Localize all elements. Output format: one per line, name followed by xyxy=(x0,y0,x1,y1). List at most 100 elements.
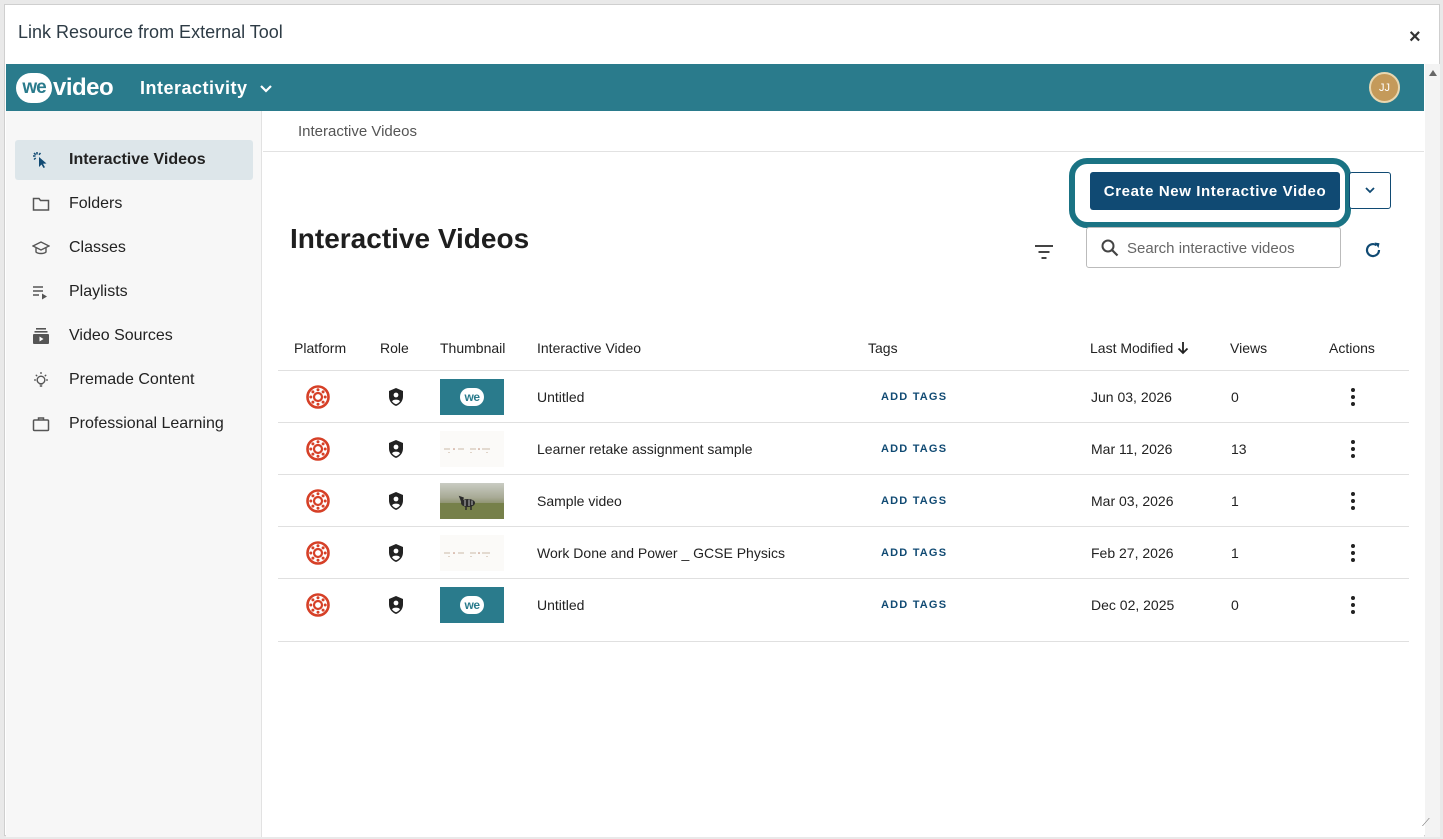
search-icon xyxy=(1101,239,1119,257)
sidebar-item-label: Professional Learning xyxy=(69,415,224,432)
breadcrumb: Interactive Videos xyxy=(263,111,1424,152)
table-row[interactable]: we Untitled ADD TAGS Jun 03, 2026 0 xyxy=(278,370,1409,422)
sidebar-item-label: Playlists xyxy=(69,283,128,300)
view-count: 0 xyxy=(1231,597,1239,613)
last-modified-date: Mar 03, 2026 xyxy=(1091,493,1174,509)
document-preview-icon xyxy=(444,552,490,557)
sidebar-item-video-sources[interactable]: Video Sources xyxy=(15,316,253,356)
sidebar-item-label: Folders xyxy=(69,195,123,212)
video-title[interactable]: Sample video xyxy=(537,475,622,527)
create-new-interactive-video-button[interactable]: Create New Interactive Video xyxy=(1090,172,1340,210)
breadcrumb-current[interactable]: Interactive Videos xyxy=(298,123,417,140)
chevron-down-icon xyxy=(259,84,272,93)
table-row[interactable]: Learner retake assignment sample ADD TAGS… xyxy=(278,422,1409,474)
search-box xyxy=(1086,227,1341,268)
close-icon[interactable]: × xyxy=(1409,27,1421,47)
last-modified-date: Jun 03, 2026 xyxy=(1091,389,1172,405)
add-tags-button[interactable]: ADD TAGS xyxy=(881,495,947,507)
playlist-icon xyxy=(31,282,51,302)
cursor-click-icon xyxy=(31,150,51,170)
filter-icon[interactable] xyxy=(1033,242,1055,262)
sidebar-item-folders[interactable]: Folders xyxy=(15,184,253,224)
column-header-interactive-video: Interactive Video xyxy=(537,340,642,356)
sidebar-item-professional-learning[interactable]: Professional Learning xyxy=(15,404,253,444)
wevideo-logo[interactable]: we video xyxy=(16,73,114,103)
more-actions-icon[interactable] xyxy=(1343,437,1363,461)
column-header-role: Role xyxy=(380,340,409,356)
arrow-down-icon xyxy=(1178,342,1189,355)
top-navigation-bar: we video Interactivity JJ xyxy=(6,64,1424,111)
app-switcher[interactable]: Interactivity xyxy=(140,78,272,99)
video-title[interactable]: Untitled xyxy=(537,579,584,631)
table-row[interactable]: Work Done and Power _ GCSE Physics ADD TA… xyxy=(278,526,1409,578)
sidebar-item-premade-content[interactable]: Premade Content xyxy=(15,360,253,400)
platform-canvas-icon xyxy=(306,579,330,631)
video-library-icon xyxy=(31,326,51,346)
video-thumbnail[interactable] xyxy=(440,483,504,519)
logo-wordmark: video xyxy=(53,74,114,101)
wevideo-logo-icon: we xyxy=(460,596,484,614)
more-actions-icon[interactable] xyxy=(1343,593,1363,617)
role-shield-icon xyxy=(387,579,405,631)
video-thumbnail[interactable] xyxy=(440,431,504,467)
role-shield-icon xyxy=(387,423,405,475)
sidebar-item-label: Classes xyxy=(69,239,126,256)
column-header-platform: Platform xyxy=(294,340,347,356)
platform-canvas-icon xyxy=(306,423,330,475)
view-count: 1 xyxy=(1231,493,1239,509)
search-input[interactable] xyxy=(1127,236,1332,260)
column-header-actions: Actions xyxy=(1329,340,1375,356)
briefcase-icon xyxy=(31,414,51,434)
sidebar-item-playlists[interactable]: Playlists xyxy=(15,272,253,312)
role-shield-icon xyxy=(387,527,405,579)
sidebar-item-label: Video Sources xyxy=(69,327,173,344)
scroll-up-arrow-icon[interactable] xyxy=(1429,70,1437,76)
view-count: 0 xyxy=(1231,389,1239,405)
video-title[interactable]: Untitled xyxy=(537,371,584,423)
document-preview-icon xyxy=(444,448,490,453)
table-bottom-border xyxy=(278,641,1409,642)
more-actions-icon[interactable] xyxy=(1343,489,1363,513)
role-shield-icon xyxy=(387,475,405,527)
page-title: Interactive Videos xyxy=(290,223,530,254)
refresh-icon[interactable] xyxy=(1363,240,1383,260)
sidebar-item-label: Interactive Videos xyxy=(69,151,206,168)
table-row[interactable]: we Untitled ADD TAGS Dec 02, 2025 0 xyxy=(278,578,1409,630)
platform-canvas-icon xyxy=(306,527,330,579)
video-title[interactable]: Learner retake assignment sample xyxy=(537,423,753,475)
role-shield-icon xyxy=(387,371,405,423)
view-count: 13 xyxy=(1231,441,1247,457)
last-modified-date: Feb 27, 2026 xyxy=(1091,545,1174,561)
sidebar-item-interactive-videos[interactable]: Interactive Videos xyxy=(15,140,253,180)
video-title[interactable]: Work Done and Power _ GCSE Physics xyxy=(537,527,785,579)
wevideo-logo-icon: we xyxy=(460,388,484,406)
zebra-photo-icon xyxy=(440,495,504,519)
resize-handle-icon[interactable]: ⟋ xyxy=(1422,817,1430,830)
column-header-thumbnail: Thumbnail xyxy=(440,340,506,356)
column-header-tags: Tags xyxy=(868,340,898,356)
chevron-down-icon xyxy=(1365,187,1375,194)
add-tags-button[interactable]: ADD TAGS xyxy=(881,599,947,611)
column-header-last-modified[interactable]: Last Modified xyxy=(1090,340,1190,356)
sidebar: Interactive Videos Folders Classes Playl… xyxy=(6,111,262,837)
video-thumbnail[interactable]: we xyxy=(440,587,504,623)
add-tags-button[interactable]: ADD TAGS xyxy=(881,443,947,455)
platform-canvas-icon xyxy=(306,475,330,527)
scrollbar[interactable] xyxy=(1425,64,1440,837)
video-thumbnail[interactable] xyxy=(440,535,504,571)
app-name: Interactivity xyxy=(140,78,248,98)
add-tags-button[interactable]: ADD TAGS xyxy=(881,547,947,559)
more-actions-icon[interactable] xyxy=(1343,541,1363,565)
table-row[interactable]: Sample video ADD TAGS Mar 03, 2026 1 xyxy=(278,474,1409,526)
sidebar-item-classes[interactable]: Classes xyxy=(15,228,253,268)
wevideo-frame: we video Interactivity JJ Interactive Vi… xyxy=(6,64,1424,837)
video-thumbnail[interactable]: we xyxy=(440,379,504,415)
graduation-cap-icon xyxy=(31,238,51,258)
user-avatar[interactable]: JJ xyxy=(1369,72,1400,103)
last-modified-date: Dec 02, 2025 xyxy=(1091,597,1175,613)
more-actions-icon[interactable] xyxy=(1343,385,1363,409)
add-tags-button[interactable]: ADD TAGS xyxy=(881,391,947,403)
lightbulb-icon xyxy=(31,370,51,390)
create-options-dropdown-button[interactable] xyxy=(1349,172,1391,209)
dialog-title: Link Resource from External Tool xyxy=(18,22,283,42)
